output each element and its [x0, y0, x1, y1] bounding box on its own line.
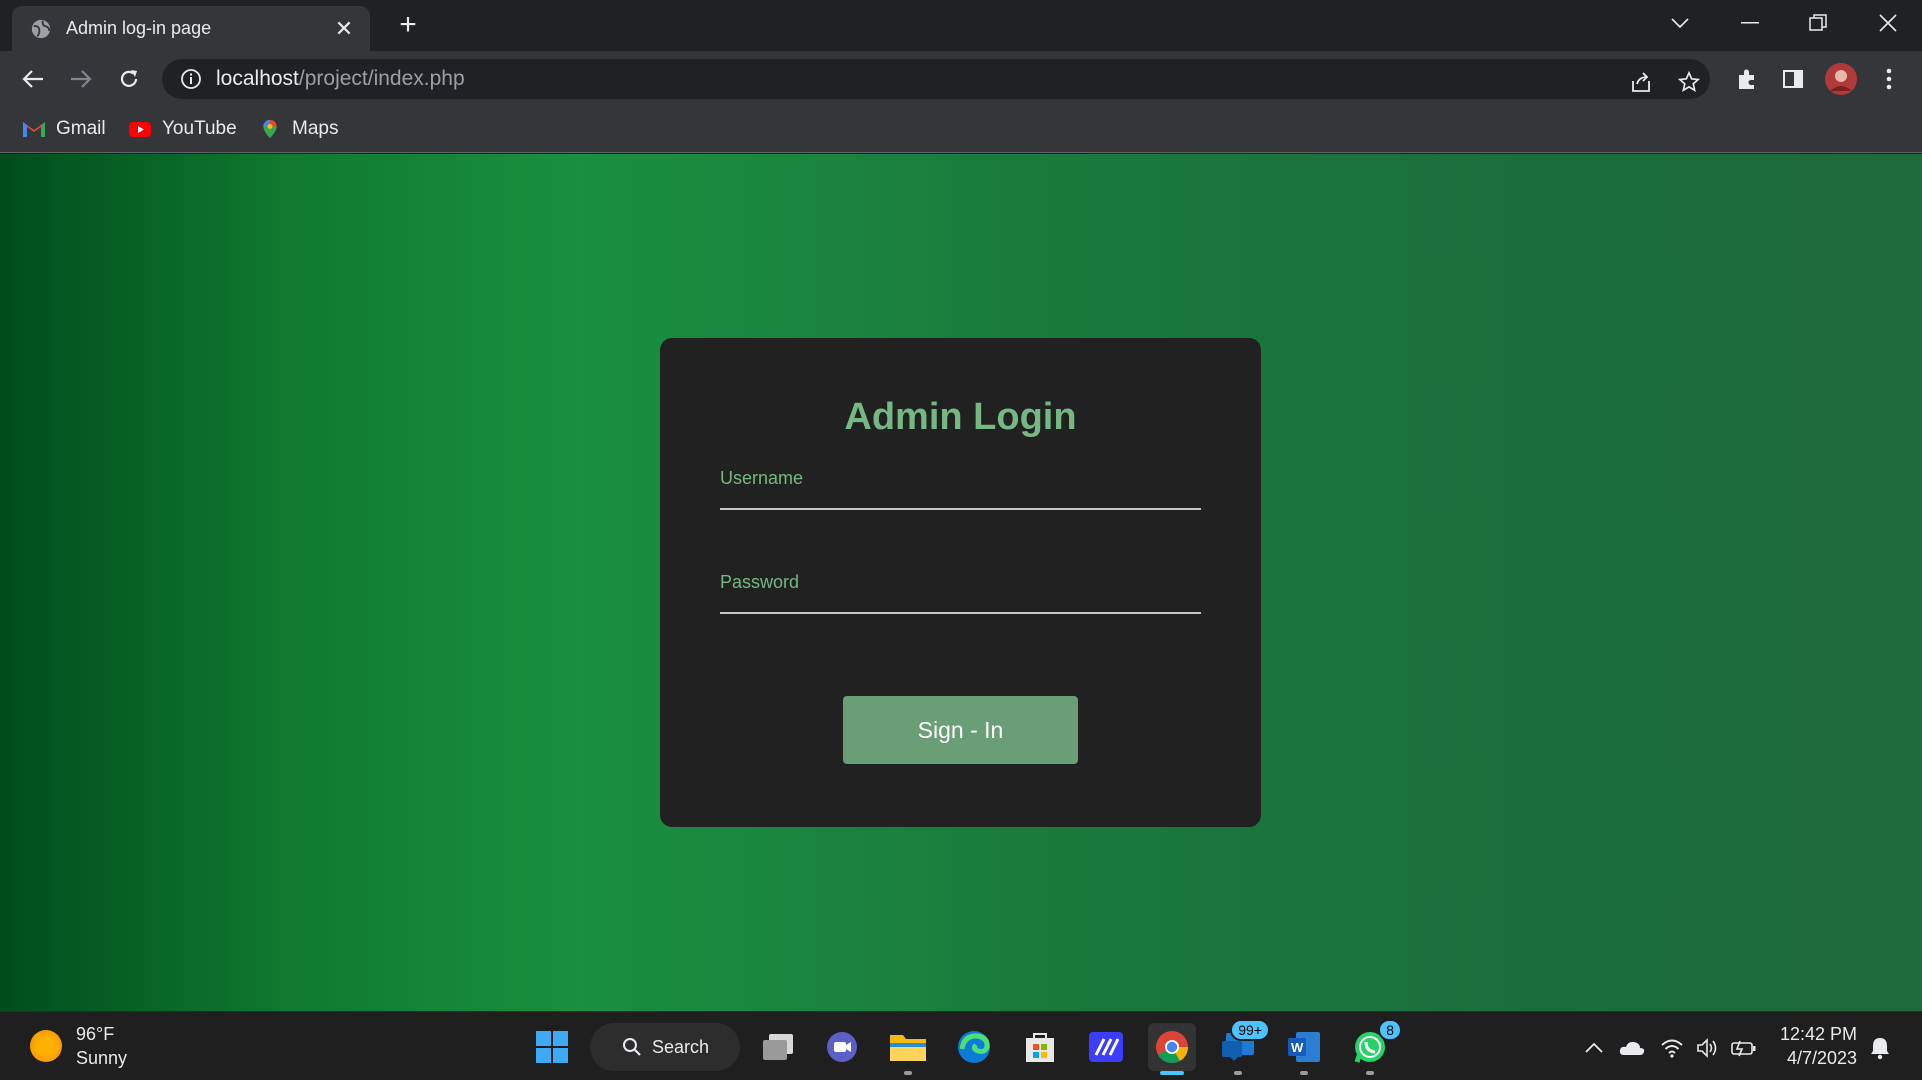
whatsapp-icon[interactable]: 8 — [1346, 1019, 1402, 1075]
task-view-icon[interactable] — [754, 1023, 802, 1071]
teams-chat-icon[interactable] — [818, 1023, 866, 1071]
onedrive-icon[interactable] — [1618, 1034, 1646, 1062]
file-explorer-icon[interactable] — [884, 1023, 932, 1075]
mail-badge: 99+ — [1230, 1019, 1270, 1041]
running-indicator — [904, 1071, 912, 1075]
login-card: Admin Login Username Password Sign - In — [660, 338, 1261, 827]
browser-toolbar: localhost/project/index.php — [0, 51, 1922, 105]
notification-bell-icon[interactable] — [1866, 1034, 1894, 1062]
bookmark-label: Maps — [292, 118, 339, 139]
weather-temp: 96°F — [76, 1024, 115, 1044]
gmail-icon — [23, 122, 45, 137]
maps-icon — [263, 119, 277, 139]
chevron-up-icon[interactable] — [1580, 1034, 1608, 1062]
sign-in-button[interactable]: Sign - In — [843, 696, 1078, 764]
weather-widget[interactable]: 96°F Sunny — [30, 1022, 127, 1070]
running-indicator — [1366, 1071, 1374, 1075]
bookmark-gmail[interactable]: Gmail — [22, 115, 106, 143]
back-icon[interactable] — [16, 62, 50, 96]
menu-kebab-icon[interactable] — [1872, 62, 1906, 96]
word-icon[interactable]: W — [1280, 1023, 1328, 1075]
share-icon[interactable] — [1626, 67, 1656, 97]
forward-icon[interactable] — [64, 62, 98, 96]
microsoft-store-icon[interactable] — [1016, 1023, 1064, 1071]
site-info-icon[interactable] — [180, 68, 202, 90]
tab-close-icon[interactable]: ✕ — [332, 16, 356, 42]
volume-icon[interactable] — [1694, 1034, 1722, 1062]
profile-avatar[interactable] — [1824, 62, 1858, 96]
active-indicator — [1160, 1071, 1184, 1075]
minimize-icon[interactable] — [1728, 8, 1772, 38]
browser-tab-strip: Admin log-in page ✕ + — [0, 0, 1922, 51]
taskbar-search[interactable]: Search — [590, 1023, 740, 1071]
whatsapp-badge: 8 — [1378, 1019, 1402, 1041]
chrome-icon[interactable] — [1148, 1023, 1196, 1075]
page-background: Admin Login Username Password Sign - In — [0, 154, 1922, 1011]
search-label: Search — [652, 1036, 710, 1057]
login-title: Admin Login — [844, 396, 1077, 438]
taskbar: 96°F Sunny Search 99+ W 8 12:42 PM 4/7/2… — [0, 1011, 1922, 1080]
bookmark-maps[interactable]: Maps — [258, 115, 338, 143]
running-indicator — [1234, 1071, 1242, 1075]
clock-time: 12:42 PM — [1780, 1024, 1858, 1044]
sun-icon — [30, 1030, 62, 1062]
password-input[interactable] — [720, 572, 1201, 614]
start-windows-icon[interactable] — [528, 1023, 576, 1071]
address-bar[interactable]: localhost/project/index.php — [162, 59, 1710, 99]
edge-icon[interactable] — [950, 1023, 998, 1071]
bookmark-youtube[interactable]: YouTube — [128, 115, 237, 143]
globe-icon — [31, 19, 51, 38]
mail-icon[interactable]: 99+ — [1214, 1019, 1270, 1075]
reload-icon[interactable] — [112, 62, 146, 96]
youtube-icon — [129, 122, 151, 137]
bookmarks-bar: Gmail YouTube Maps — [0, 105, 1922, 153]
search-icon — [623, 1038, 641, 1056]
tab-search-chevron-icon[interactable] — [1658, 8, 1702, 38]
app-slash-icon[interactable] — [1082, 1023, 1130, 1071]
wifi-icon[interactable] — [1658, 1034, 1686, 1062]
url-path: /project/index.php — [298, 67, 465, 90]
bookmark-label: Gmail — [56, 118, 106, 139]
side-panel-icon[interactable] — [1776, 62, 1810, 96]
running-indicator — [1300, 1071, 1308, 1075]
tab-title: Admin log-in page — [66, 18, 212, 38]
username-input[interactable] — [720, 468, 1201, 510]
svg-text:W: W — [1291, 1040, 1304, 1055]
url-host: localhost — [216, 67, 299, 90]
close-window-icon[interactable] — [1866, 8, 1910, 38]
weather-desc: Sunny — [76, 1048, 128, 1068]
battery-icon[interactable] — [1730, 1034, 1758, 1062]
bookmark-star-icon[interactable] — [1674, 67, 1704, 97]
extensions-icon[interactable] — [1730, 62, 1764, 96]
new-tab-icon[interactable]: + — [392, 10, 424, 42]
system-clock[interactable]: 12:42 PM 4/7/2023 — [1780, 1022, 1857, 1070]
browser-tab[interactable]: Admin log-in page ✕ — [12, 6, 370, 51]
restore-icon[interactable] — [1796, 8, 1840, 38]
clock-date: 4/7/2023 — [1786, 1048, 1858, 1068]
bookmark-label: YouTube — [162, 118, 237, 139]
